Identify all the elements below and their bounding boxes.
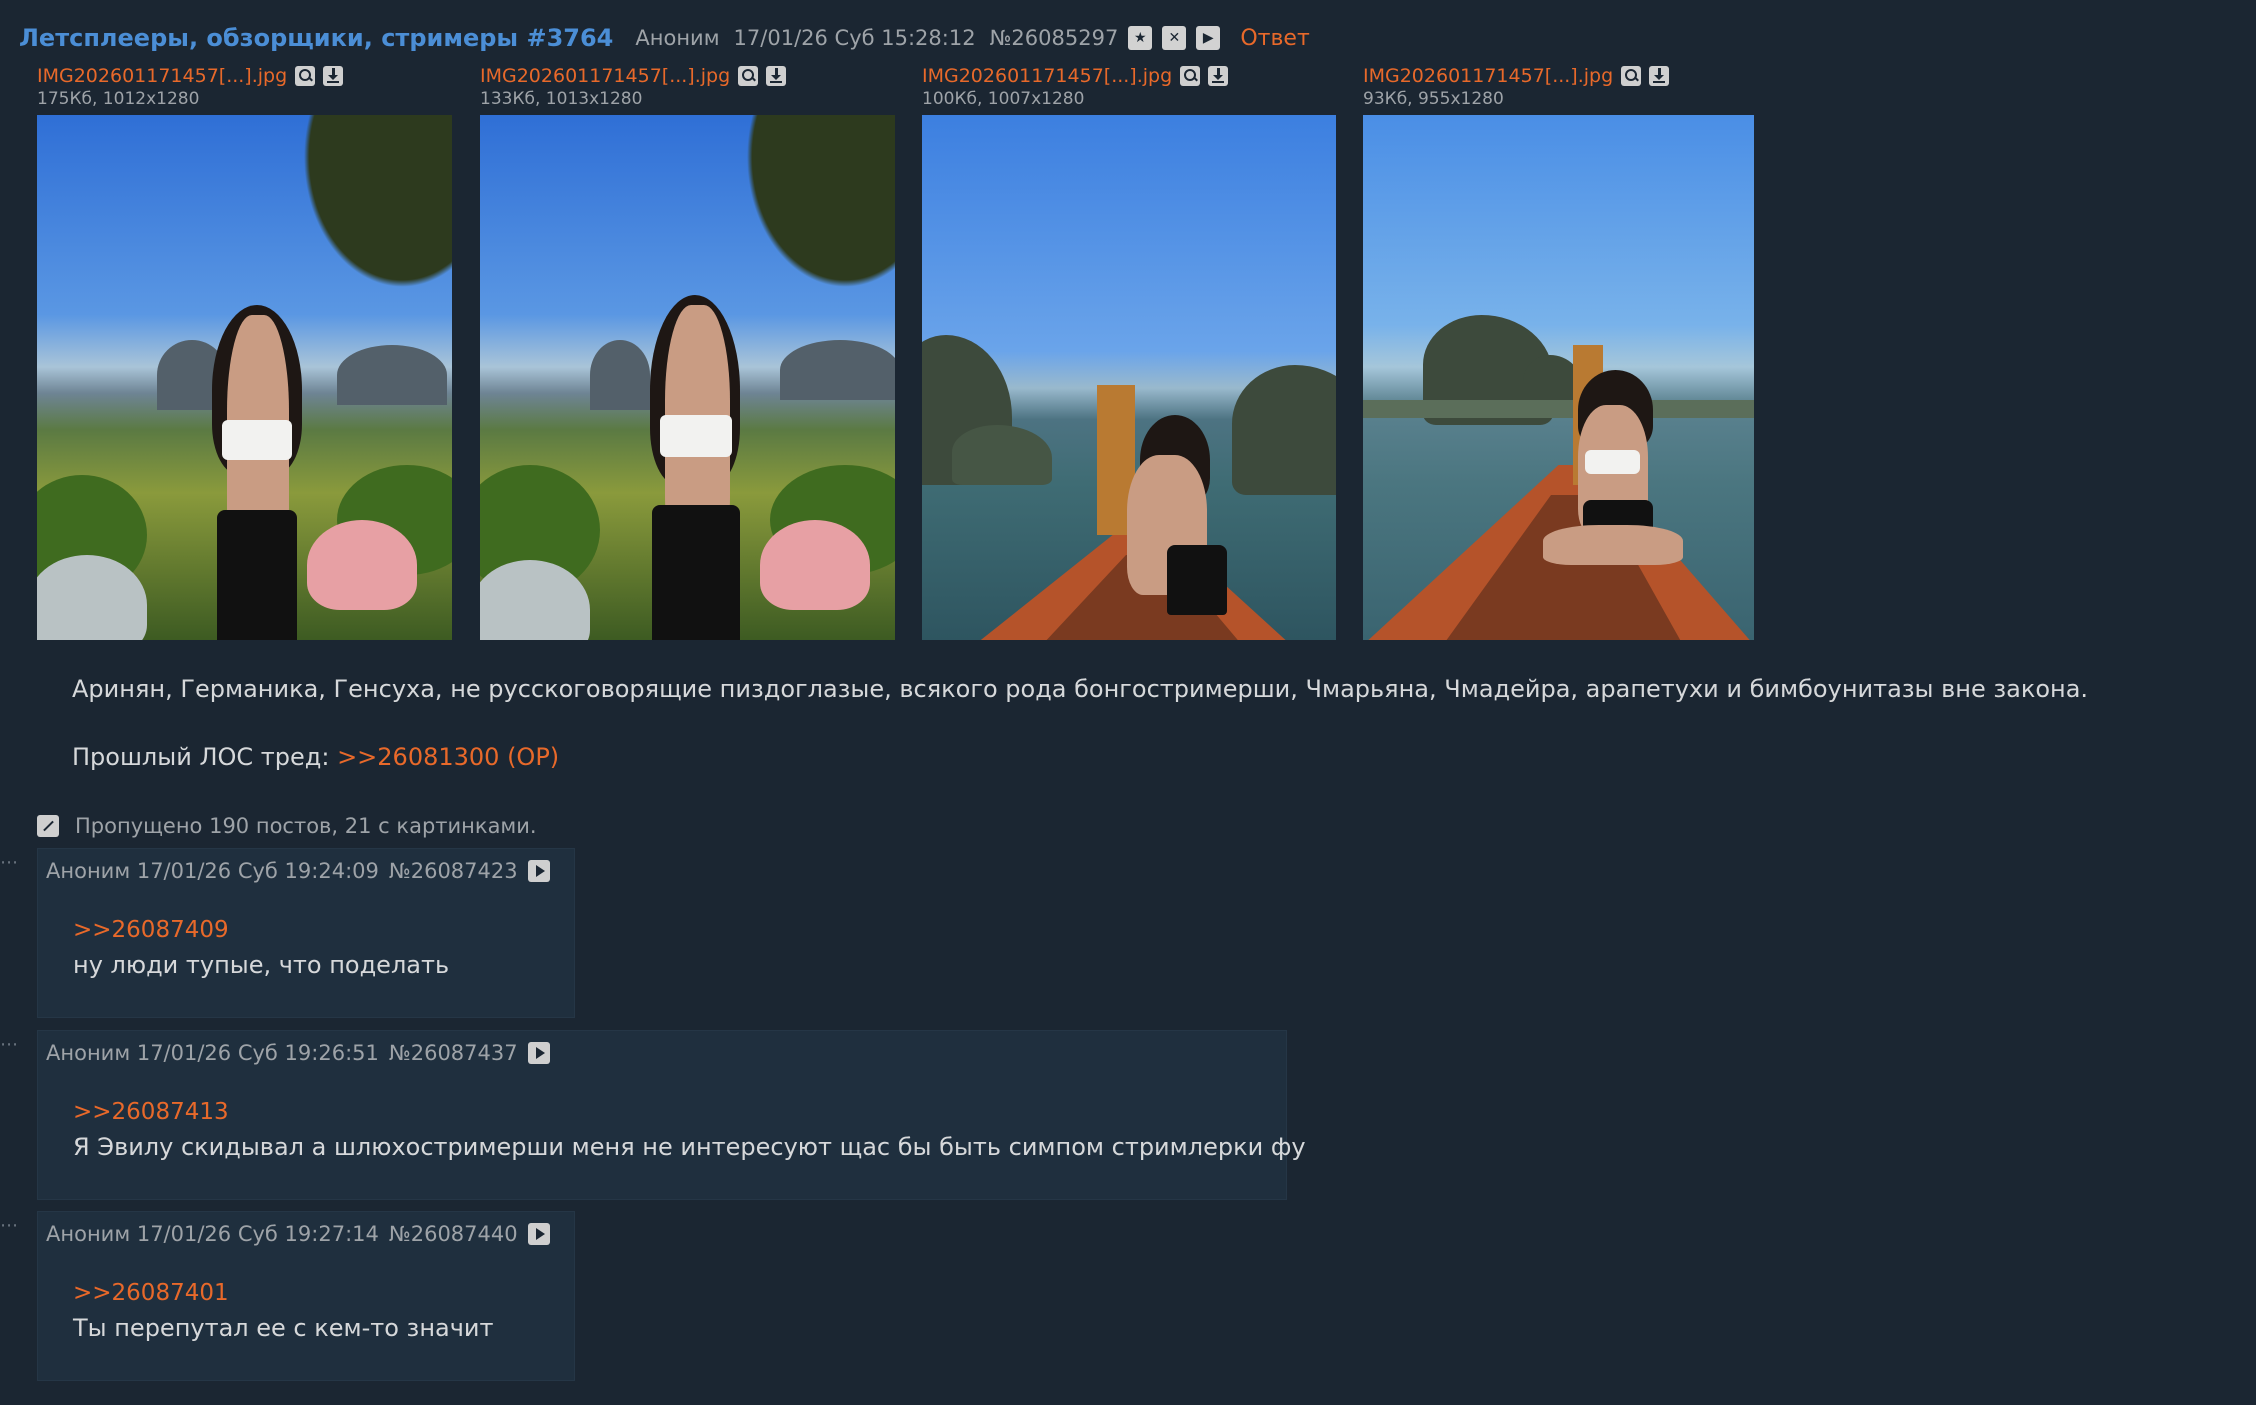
download-icon[interactable] (766, 66, 787, 86)
reply-author-datetime: Аноним 17/01/26 Суб 19:24:09 (46, 859, 379, 883)
skipped-text: Пропущено 190 постов, 21 с картинками. (75, 814, 537, 838)
reply-post: Аноним 17/01/26 Суб 19:24:09 №26087423 >… (37, 848, 575, 1018)
download-icon[interactable] (323, 66, 344, 86)
file-info: 100Кб, 1007x1280 (922, 89, 1085, 109)
reply-text: Я Эвилу скидывал а шлюхостримерши меня н… (73, 1133, 1306, 1161)
reply-text: Ты перепутал ее с кем-то значит (73, 1314, 494, 1342)
file-name[interactable]: IMG202601171457[...].jpg (480, 65, 730, 87)
reply-author-datetime: Аноним 17/01/26 Суб 19:27:14 (46, 1222, 379, 1246)
play-icon[interactable] (527, 1042, 550, 1064)
reply-quote-link[interactable]: >>26087409 (73, 917, 229, 943)
thread-title: Летсплееры, обзорщики, стримеры #3764 (19, 24, 614, 52)
op-file-2: IMG202601171457[...].jpg 133Кб, 1013x128… (480, 64, 787, 110)
star-icon[interactable]: ★ (1128, 26, 1153, 50)
reply-text: ну люди тупые, что поделать (73, 951, 450, 979)
search-icon[interactable] (295, 66, 316, 86)
post-menu-dots[interactable]: ⋯ (0, 1034, 19, 1055)
search-icon[interactable] (738, 66, 759, 86)
reply-post: Аноним 17/01/26 Суб 19:27:14 №26087440 >… (37, 1211, 575, 1381)
file-info: 93Кб, 955x1280 (1363, 89, 1504, 109)
file-info: 133Кб, 1013x1280 (480, 89, 643, 109)
play-icon[interactable]: ▶ (1196, 26, 1221, 50)
op-datetime: 17/01/26 Суб 15:28:12 (733, 26, 976, 50)
image-thumbnail[interactable] (37, 115, 452, 640)
file-info: 175Кб, 1012x1280 (37, 89, 200, 109)
op-author: Аноним (635, 26, 720, 50)
image-thumbnail[interactable] (922, 115, 1336, 640)
download-icon[interactable] (1208, 66, 1229, 86)
reply-quote-link[interactable]: >>26087401 (73, 1280, 229, 1306)
reply-post-number[interactable]: №26087437 (389, 1041, 518, 1065)
post-menu-dots[interactable]: ⋯ (0, 852, 19, 873)
reply-link[interactable]: Ответ (1240, 26, 1309, 51)
reply-quote-link[interactable]: >>26087413 (73, 1099, 229, 1125)
search-icon[interactable] (1621, 66, 1642, 86)
op-file-1: IMG202601171457[...].jpg 175Кб, 1012x128… (37, 64, 344, 110)
op-post-number[interactable]: №26085297 (990, 26, 1119, 50)
file-name[interactable]: IMG202601171457[...].jpg (1363, 65, 1613, 87)
op-message-line2: Прошлый ЛОС тред: >>26081300 (OP) (72, 743, 559, 771)
file-name[interactable]: IMG202601171457[...].jpg (37, 65, 287, 87)
search-icon[interactable] (1180, 66, 1201, 86)
play-icon[interactable] (527, 1223, 550, 1245)
reply-post-number[interactable]: №26087440 (389, 1222, 518, 1246)
prev-thread-label: Прошлый ЛОС тред: (72, 743, 338, 771)
expand-icon[interactable] (37, 815, 59, 837)
play-icon[interactable] (527, 860, 550, 882)
skipped-posts[interactable]: Пропущено 190 постов, 21 с картинками. (37, 814, 537, 838)
reply-post: Аноним 17/01/26 Суб 19:26:51 №26087437 >… (37, 1030, 1306, 1200)
prev-thread-link[interactable]: >>26081300 (OP) (337, 743, 559, 771)
reply-author-datetime: Аноним 17/01/26 Суб 19:26:51 (46, 1041, 379, 1065)
image-thumbnail[interactable] (480, 115, 895, 640)
op-file-4: IMG202601171457[...].jpg 93Кб, 955x1280 (1363, 64, 1670, 110)
op-file-3: IMG202601171457[...].jpg 100Кб, 1007x128… (922, 64, 1229, 110)
post-menu-dots[interactable]: ⋯ (0, 1215, 19, 1236)
download-icon[interactable] (1649, 66, 1670, 86)
file-name[interactable]: IMG202601171457[...].jpg (922, 65, 1172, 87)
image-thumbnail[interactable] (1363, 115, 1754, 640)
close-icon[interactable]: ✕ (1162, 26, 1187, 50)
op-message-line1: Аринян, Германика, Генсуха, не русскогов… (72, 675, 2089, 703)
op-header: Летсплееры, обзорщики, стримеры #3764 Ан… (19, 21, 1310, 55)
reply-post-number[interactable]: №26087423 (389, 859, 518, 883)
